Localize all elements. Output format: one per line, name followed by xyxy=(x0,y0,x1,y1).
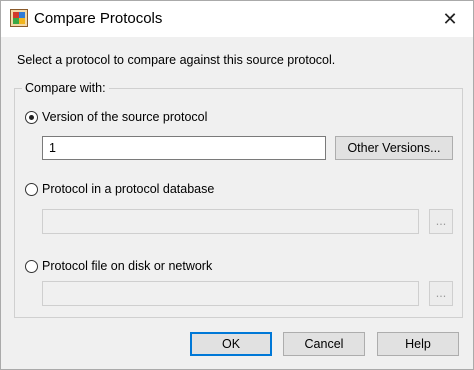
browse-file-button[interactable]: ... xyxy=(429,281,453,306)
radio-version-of-source[interactable]: Version of the source protocol xyxy=(25,108,207,126)
radio-label: Version of the source protocol xyxy=(42,110,208,124)
dialog-title: Compare Protocols xyxy=(34,10,163,27)
instruction-text: Select a protocol to compare against thi… xyxy=(17,53,336,67)
radio-label: Protocol file on disk or network xyxy=(42,259,213,273)
ok-button[interactable]: OK xyxy=(190,332,272,356)
protocol-app-icon xyxy=(10,9,28,27)
other-versions-button[interactable]: Other Versions... xyxy=(335,136,453,160)
protocol-file-input[interactable] xyxy=(42,281,419,306)
title-bar: Compare Protocols ✕ xyxy=(1,1,473,37)
close-icon: ✕ xyxy=(442,9,458,29)
radio-button[interactable] xyxy=(25,259,38,273)
compare-protocols-dialog: Compare Protocols ✕ Select a protocol to… xyxy=(0,0,474,370)
radio-protocol-database[interactable]: Protocol in a protocol database xyxy=(25,180,214,198)
version-value: 1 xyxy=(49,141,56,155)
help-button[interactable]: Help xyxy=(377,332,459,356)
radio-label: Protocol in a protocol database xyxy=(42,182,215,196)
browse-database-button[interactable]: ... xyxy=(429,209,453,234)
radio-protocol-file[interactable]: Protocol file on disk or network xyxy=(25,257,212,275)
radio-button[interactable] xyxy=(25,182,38,196)
radio-button-checked[interactable] xyxy=(25,110,38,124)
database-protocol-input[interactable] xyxy=(42,209,419,234)
version-input[interactable]: 1 xyxy=(42,136,326,160)
compare-with-label: Compare with: xyxy=(22,81,109,95)
cancel-button[interactable]: Cancel xyxy=(283,332,365,356)
close-button[interactable]: ✕ xyxy=(427,1,473,37)
